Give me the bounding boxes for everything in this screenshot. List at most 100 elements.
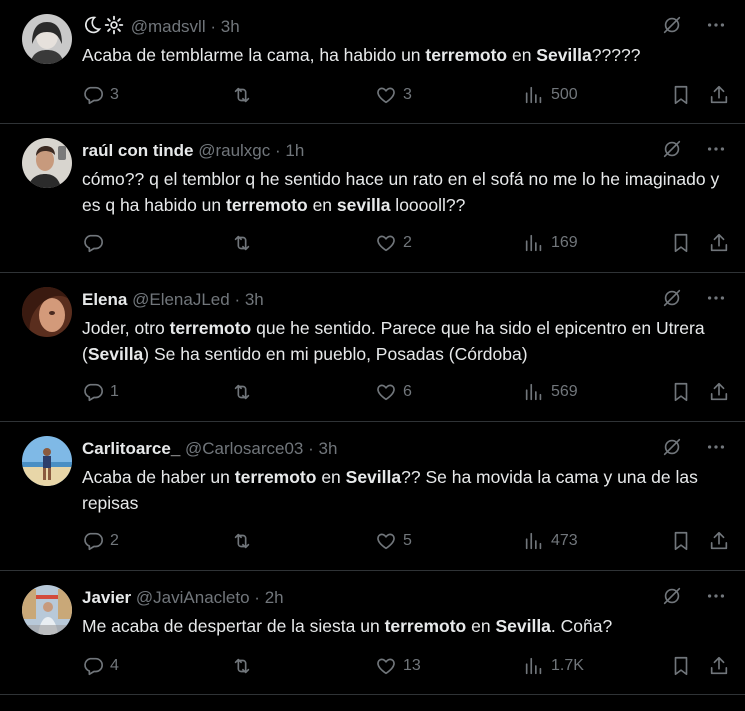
more-options-icon[interactable] xyxy=(705,585,727,607)
retweet-button[interactable] xyxy=(230,84,260,106)
reply-button[interactable] xyxy=(82,232,110,254)
like-count: 2 xyxy=(403,234,412,251)
user-handle[interactable]: @ElenaJLed xyxy=(132,290,230,309)
tweet[interactable]: @madsvll · 3h Acaba de temblarme la cama… xyxy=(0,0,745,124)
user-handle[interactable]: @Carlosarce03 xyxy=(185,439,303,458)
user-handle[interactable]: @JaviAnacleto xyxy=(136,588,250,607)
tweet[interactable]: Carlitoarce_ @Carlosarce03 · 3h Acaba de… xyxy=(0,422,745,571)
views-button[interactable]: 569 xyxy=(523,381,578,403)
avatar[interactable] xyxy=(22,287,72,337)
views-button[interactable]: 1.7K xyxy=(523,655,584,677)
display-name[interactable]: Javier xyxy=(82,588,131,607)
text-segment: Joder, otro xyxy=(82,318,170,338)
reply-icon xyxy=(82,655,110,677)
bookmark-button[interactable] xyxy=(670,530,698,552)
grok-icon[interactable] xyxy=(661,585,683,607)
like-button[interactable]: 3 xyxy=(375,84,412,106)
retweet-button[interactable] xyxy=(230,381,260,403)
avatar[interactable] xyxy=(22,436,72,486)
bookmark-button[interactable] xyxy=(670,232,698,254)
like-count: 6 xyxy=(403,383,412,400)
share-button[interactable] xyxy=(708,84,736,106)
more-options-icon[interactable] xyxy=(705,138,727,160)
views-button[interactable]: 169 xyxy=(523,232,578,254)
bar-chart-icon xyxy=(523,381,551,403)
share-button[interactable] xyxy=(708,381,736,403)
text-segment: en xyxy=(507,45,537,65)
share-button[interactable] xyxy=(708,232,736,254)
views-button[interactable]: 500 xyxy=(523,84,578,106)
heart-icon xyxy=(375,530,403,552)
tweet-header: Javier @JaviAnacleto · 2h xyxy=(82,586,284,610)
retweet-button[interactable] xyxy=(230,232,260,254)
bookmark-button[interactable] xyxy=(670,84,698,106)
heart-icon xyxy=(375,84,403,106)
avatar[interactable] xyxy=(22,14,72,64)
retweet-button[interactable] xyxy=(230,530,260,552)
grok-icon[interactable] xyxy=(661,14,683,36)
like-button[interactable]: 13 xyxy=(375,655,421,677)
more-options-icon[interactable] xyxy=(705,287,727,309)
tweet-actions: 3 3 500 xyxy=(82,84,732,110)
timestamp[interactable]: 2h xyxy=(265,588,284,607)
tweet-text: Me acaba de despertar de la siesta un te… xyxy=(82,613,722,639)
tweet[interactable]: Javier @JaviAnacleto · 2h Me acaba de de… xyxy=(0,571,745,695)
more-options-icon[interactable] xyxy=(705,436,727,458)
share-button[interactable] xyxy=(708,655,736,677)
tweet[interactable]: Elena @ElenaJLed · 3h Joder, otro terrem… xyxy=(0,273,745,422)
view-count: 473 xyxy=(551,532,578,549)
retweet-icon xyxy=(230,381,260,403)
retweet-button[interactable] xyxy=(230,655,260,677)
like-button[interactable]: 5 xyxy=(375,530,412,552)
reply-icon xyxy=(82,530,110,552)
bookmark-button[interactable] xyxy=(670,655,698,677)
display-name[interactable]: raúl con tinde xyxy=(82,141,193,160)
text-segment: en xyxy=(316,467,346,487)
share-icon xyxy=(708,381,736,403)
user-handle[interactable]: @raulxgc xyxy=(198,141,270,160)
tweet-header: Elena @ElenaJLed · 3h xyxy=(82,288,264,312)
avatar[interactable] xyxy=(22,585,72,635)
timestamp[interactable]: 3h xyxy=(245,290,264,309)
tweet[interactable]: raúl con tinde @raulxgc · 1h cómo?? q el… xyxy=(0,124,745,273)
separator-dot: · xyxy=(254,588,260,607)
timestamp[interactable]: 3h xyxy=(319,439,338,458)
tweet-text: Acaba de haber un terremoto en Sevilla??… xyxy=(82,464,722,516)
more-options-icon[interactable] xyxy=(705,14,727,36)
views-button[interactable]: 473 xyxy=(523,530,578,552)
display-name[interactable]: Carlitoarce_ xyxy=(82,439,180,458)
separator-dot: · xyxy=(210,17,217,36)
separator-dot: · xyxy=(234,290,241,309)
timestamp[interactable]: 1h xyxy=(285,141,304,160)
bookmark-button[interactable] xyxy=(670,381,698,403)
crescent-moon-icon xyxy=(82,15,102,42)
share-button[interactable] xyxy=(708,530,736,552)
like-button[interactable]: 2 xyxy=(375,232,412,254)
heart-icon xyxy=(375,655,403,677)
reply-button[interactable]: 1 xyxy=(82,381,119,403)
highlighted-keyword: Sevilla xyxy=(536,45,592,65)
user-handle[interactable]: @madsvll xyxy=(131,17,206,36)
reply-icon xyxy=(82,232,110,254)
grok-icon[interactable] xyxy=(661,436,683,458)
like-button[interactable]: 6 xyxy=(375,381,412,403)
reply-button[interactable]: 3 xyxy=(82,84,119,106)
text-segment: looooll?? xyxy=(390,195,466,215)
bar-chart-icon xyxy=(523,530,551,552)
heart-icon xyxy=(375,232,403,254)
grok-icon[interactable] xyxy=(661,138,683,160)
text-segment: ) Se ha sentido en mi pueblo, Posadas (C… xyxy=(143,344,528,364)
highlighted-keyword: terremoto xyxy=(234,467,317,487)
avatar[interactable] xyxy=(22,138,72,188)
bar-chart-icon xyxy=(523,232,551,254)
highlighted-keyword: terremoto xyxy=(384,616,467,636)
tweet-feed: @madsvll · 3h Acaba de temblarme la cama… xyxy=(0,0,745,711)
retweet-icon xyxy=(230,84,260,106)
separator-dot: · xyxy=(275,141,281,160)
tweet-actions: 2 5 473 xyxy=(82,530,732,556)
timestamp[interactable]: 3h xyxy=(221,17,240,36)
reply-button[interactable]: 2 xyxy=(82,530,119,552)
reply-button[interactable]: 4 xyxy=(82,655,119,677)
grok-icon[interactable] xyxy=(661,287,683,309)
display-name[interactable]: Elena xyxy=(82,290,127,309)
